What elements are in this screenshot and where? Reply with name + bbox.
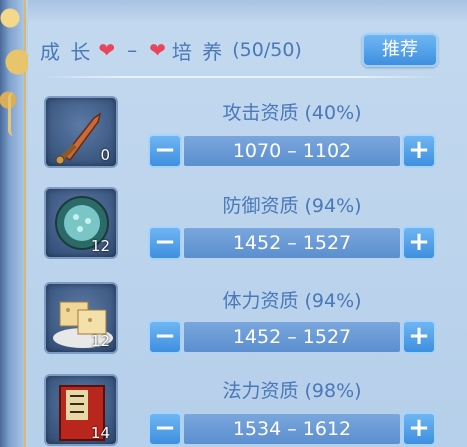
- increase-button[interactable]: +: [402, 226, 436, 260]
- stat-stepper: − 1070 – 1102 +: [148, 134, 436, 168]
- header-divider: [40, 76, 440, 78]
- stat-range: 1070 – 1102: [184, 136, 400, 166]
- dash-separator: –: [127, 38, 138, 62]
- stat-label: 体力资质 (94%): [222, 290, 362, 312]
- decrease-button[interactable]: −: [148, 226, 182, 260]
- increase-button[interactable]: +: [402, 412, 436, 446]
- decrease-button[interactable]: −: [148, 320, 182, 354]
- item-count: 12: [90, 332, 110, 350]
- stat-label: 防御资质 (94%): [222, 195, 362, 217]
- increase-button[interactable]: +: [402, 320, 436, 354]
- decrease-button[interactable]: −: [148, 412, 182, 446]
- top-band: [28, 0, 467, 24]
- stat-row-attack: 0 攻击资质 (40%) − 1070 – 1102 +: [0, 94, 467, 184]
- heart-icon: ❤: [149, 38, 166, 62]
- cultivate-label: 培 养: [171, 39, 225, 64]
- item-slot[interactable]: 12: [44, 187, 118, 259]
- item-slot[interactable]: 0: [44, 96, 118, 168]
- stat-row-mana: 14 法力资质 (98%) − 1534 – 1612 +: [0, 374, 467, 447]
- stat-stepper: − 1534 – 1612 +: [148, 412, 436, 446]
- heart-icon: ❤: [98, 38, 116, 62]
- item-count: 12: [90, 237, 110, 255]
- stat-row-stamina: 12 体力资质 (94%) − 1452 – 1527 +: [0, 282, 467, 372]
- stat-stepper: − 1452 – 1527 +: [148, 226, 436, 260]
- stat-label: 攻击资质 (40%): [222, 102, 362, 124]
- stat-range: 1452 – 1527: [184, 322, 400, 352]
- item-count: 14: [90, 424, 110, 442]
- item-slot[interactable]: 12: [44, 282, 118, 354]
- growth-label: 成 长: [40, 39, 93, 64]
- stat-row-defense: 12 防御资质 (94%) − 1452 – 1527 +: [0, 187, 467, 277]
- stat-stepper: − 1452 – 1527 +: [148, 320, 436, 354]
- item-slot[interactable]: 14: [44, 374, 118, 446]
- decrease-button[interactable]: −: [148, 134, 182, 168]
- increase-button[interactable]: +: [402, 134, 436, 168]
- recommend-button[interactable]: 推荐: [362, 33, 438, 67]
- stat-range: 1534 – 1612: [184, 414, 400, 444]
- item-count: 0: [100, 146, 110, 164]
- stat-range: 1452 – 1527: [184, 228, 400, 258]
- stat-label: 法力资质 (98%): [222, 380, 362, 402]
- cultivate-count: (50/50): [232, 39, 302, 61]
